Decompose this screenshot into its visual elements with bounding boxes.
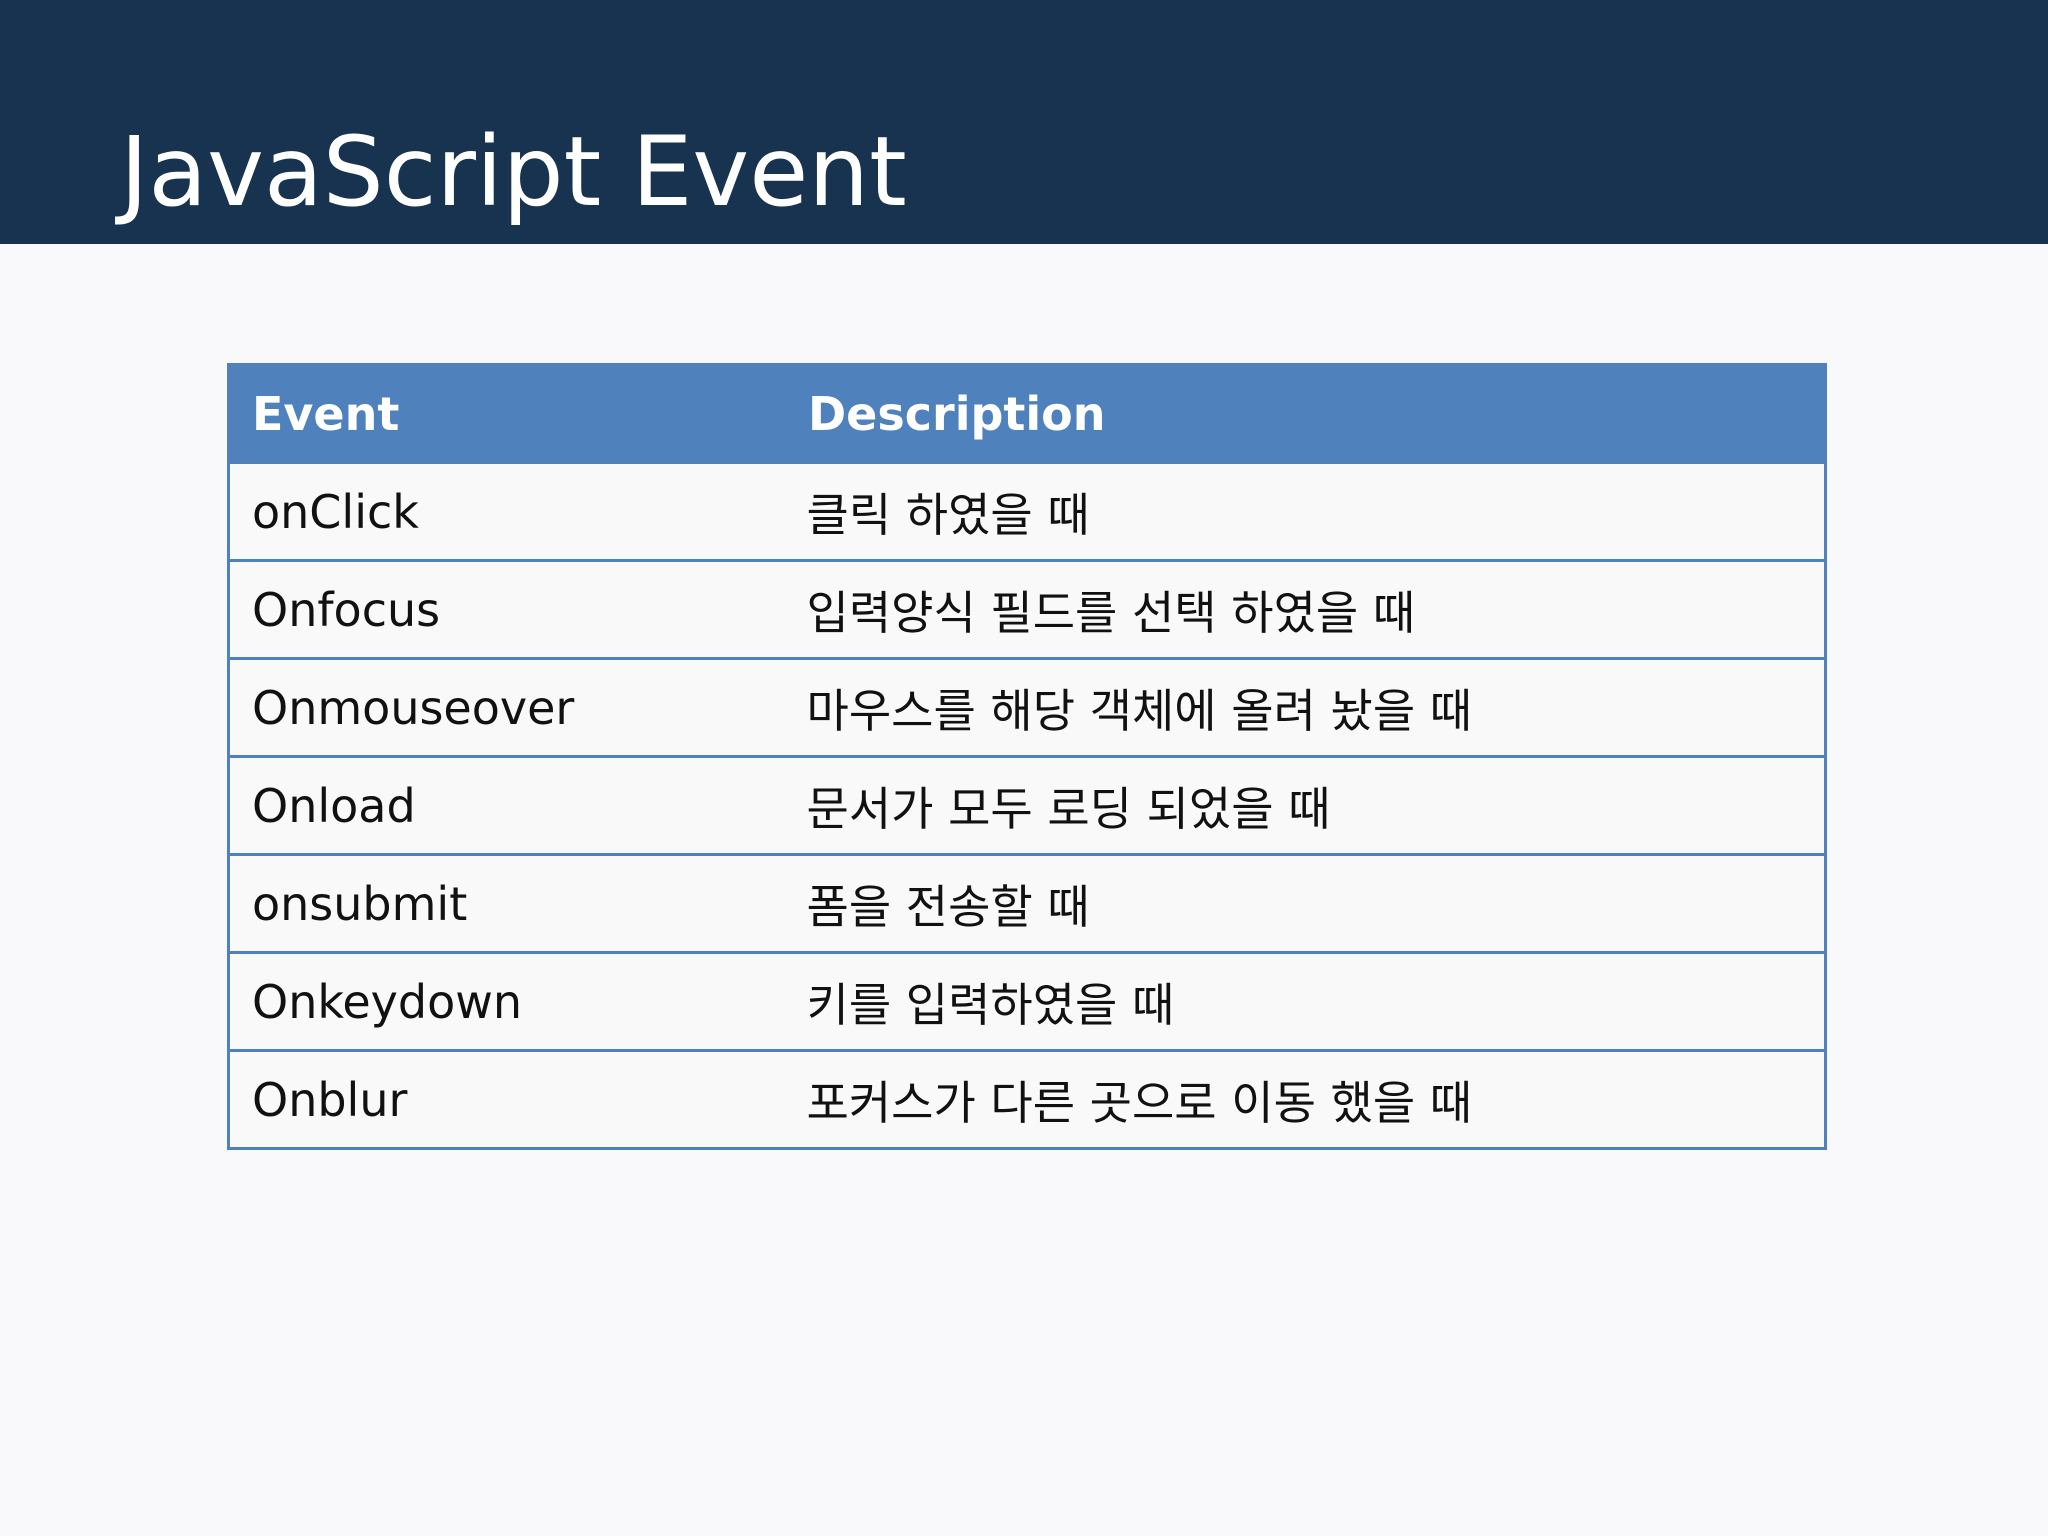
event-description-cell: 키를 입력하였을 때 — [784, 951, 1827, 1052]
table-row: onsubmit 폼을 전송할 때 — [227, 853, 1827, 954]
table-header-row: Event Description — [227, 363, 1827, 464]
event-name-cell: Onkeydown — [227, 951, 785, 1052]
title-band: JavaScript Event — [0, 0, 2048, 244]
event-description-cell: 문서가 모두 로딩 되었을 때 — [784, 755, 1827, 856]
event-table: Event Description onClick 클릭 하였을 때 Onfoc… — [227, 363, 1827, 1150]
event-name-cell: Onmouseover — [227, 657, 785, 758]
event-name-cell: onsubmit — [227, 853, 785, 954]
event-name-cell: Onblur — [227, 1049, 785, 1150]
column-header-event: Event — [227, 363, 786, 464]
table-row: Onkeydown 키를 입력하였을 때 — [227, 951, 1827, 1052]
slide-title: JavaScript Event — [120, 116, 907, 228]
event-description-cell: 입력양식 필드를 선택 하였을 때 — [784, 559, 1827, 660]
column-header-description: Description — [783, 363, 1827, 464]
table-row: Onfocus 입력양식 필드를 선택 하였을 때 — [227, 559, 1827, 660]
event-description-cell: 포커스가 다른 곳으로 이동 했을 때 — [784, 1049, 1827, 1150]
table-row: onClick 클릭 하였을 때 — [227, 461, 1827, 562]
event-name-cell: Onfocus — [227, 559, 785, 660]
table-row: Onload 문서가 모두 로딩 되었을 때 — [227, 755, 1827, 856]
event-description-cell: 마우스를 해당 객체에 올려 놨을 때 — [784, 657, 1827, 758]
event-name-cell: Onload — [227, 755, 785, 856]
event-description-cell: 폼을 전송할 때 — [784, 853, 1827, 954]
table-row: Onblur 포커스가 다른 곳으로 이동 했을 때 — [227, 1049, 1827, 1150]
event-name-cell: onClick — [227, 461, 785, 562]
event-description-cell: 클릭 하였을 때 — [784, 461, 1827, 562]
table-row: Onmouseover 마우스를 해당 객체에 올려 놨을 때 — [227, 657, 1827, 758]
